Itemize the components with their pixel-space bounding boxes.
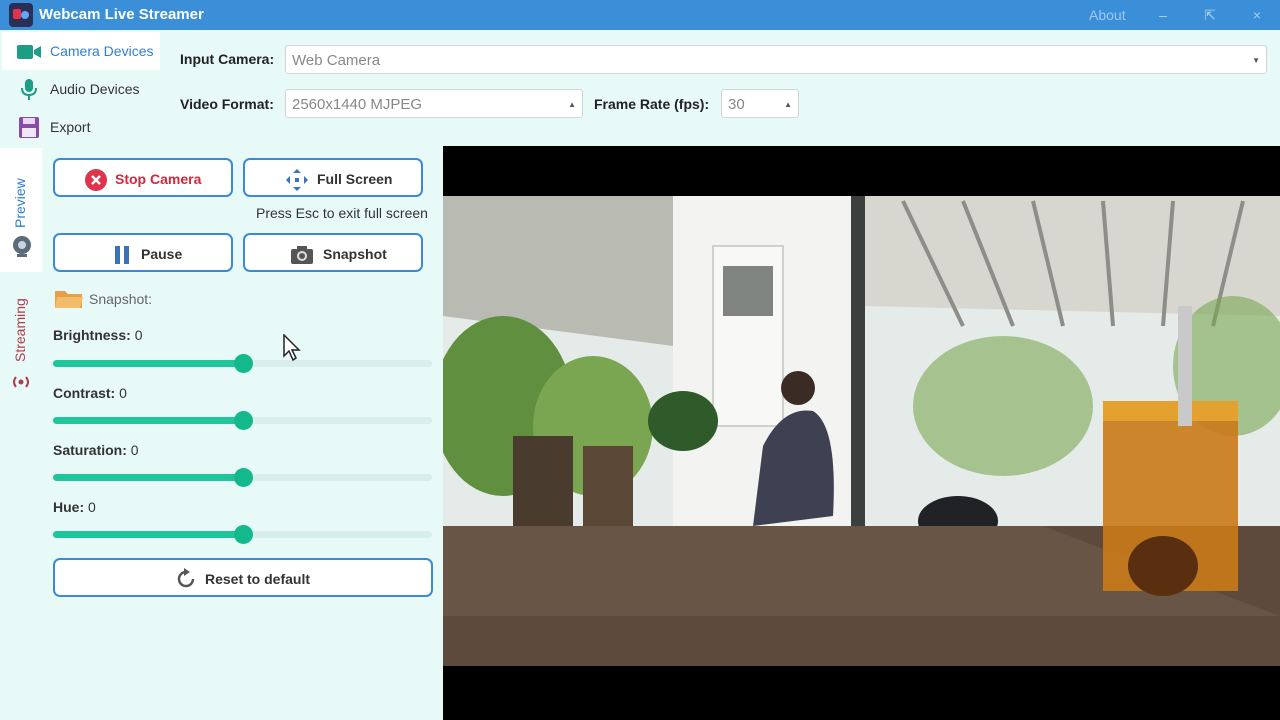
input-camera-label: Input Camera:: [180, 51, 275, 67]
brightness-name: Brightness:: [53, 327, 131, 343]
about-button[interactable]: About: [1089, 7, 1126, 23]
saturation-slider[interactable]: [53, 468, 432, 487]
hue-value: 0: [88, 499, 96, 515]
video-format-value: 2560x1440 MJPEG: [292, 96, 423, 113]
stop-camera-button[interactable]: Stop Camera: [53, 158, 233, 197]
broadcast-icon: [13, 376, 29, 388]
fullscreen-arrows-icon: [286, 169, 308, 191]
chevron-down-icon: ▲: [784, 100, 792, 109]
tab-preview[interactable]: Preview: [0, 148, 42, 272]
brightness-fill: [53, 360, 243, 367]
window-title: Webcam Live Streamer: [39, 6, 204, 23]
pause-button[interactable]: Pause: [53, 233, 233, 272]
tab-preview-label: Preview: [12, 178, 28, 228]
reset-icon: [177, 568, 195, 588]
contrast-label: Contrast: 0: [53, 385, 127, 401]
microphone-icon: [21, 79, 37, 100]
brightness-slider[interactable]: [53, 354, 432, 373]
pause-label: Pause: [141, 246, 183, 262]
saturation-fill: [53, 474, 243, 481]
snapshot-label: Snapshot: [323, 246, 387, 262]
saturation-thumb[interactable]: [233, 468, 253, 487]
frame-rate-select[interactable]: 30 ▲: [721, 89, 799, 118]
reset-to-default-button[interactable]: Reset to default: [53, 558, 433, 597]
contrast-slider[interactable]: [53, 411, 432, 430]
contrast-name: Contrast:: [53, 385, 116, 401]
full-screen-label: Full Screen: [317, 171, 393, 187]
snapshot-folder-label: Snapshot:: [89, 291, 153, 307]
tab-streaming[interactable]: Streaming: [0, 280, 42, 404]
full-screen-button[interactable]: Full Screen: [243, 158, 423, 197]
tab-camera-devices-label: Camera Devices: [50, 43, 154, 59]
input-camera-select[interactable]: Web Camera ▼: [285, 45, 1267, 74]
snapshot-button[interactable]: Snapshot: [243, 233, 423, 272]
contrast-value: 0: [119, 385, 127, 401]
tab-export-label: Export: [50, 119, 91, 135]
fullscreen-hint: Press Esc to exit full screen: [256, 205, 428, 221]
frame-rate-label: Frame Rate (fps):: [594, 96, 710, 112]
tab-streaming-label: Streaming: [12, 298, 28, 362]
tab-export[interactable]: Export: [2, 108, 160, 146]
camera-icon: [17, 45, 41, 59]
tab-audio-devices[interactable]: Audio Devices: [2, 70, 160, 108]
close-button[interactable]: ×: [1244, 3, 1270, 27]
video-format-label: Video Format:: [180, 96, 274, 112]
saturation-label: Saturation: 0: [53, 442, 139, 458]
minimize-button[interactable]: –: [1150, 3, 1176, 27]
saturation-value: 0: [130, 442, 139, 458]
device-tabs: Camera Devices Audio Devices Export: [0, 30, 162, 146]
stop-circle-icon: [85, 169, 107, 191]
input-camera-value: Web Camera: [292, 52, 381, 69]
chevron-down-icon: ▲: [568, 100, 576, 109]
folder-icon[interactable]: [54, 286, 84, 310]
pin-button[interactable]: ⇱: [1197, 3, 1223, 27]
floppy-disk-icon: [19, 117, 39, 138]
hue-slider[interactable]: [53, 525, 432, 544]
app-logo-icon: [9, 3, 33, 27]
pause-icon: [115, 246, 129, 264]
brightness-label: Brightness: 0: [53, 327, 142, 343]
brightness-thumb[interactable]: [233, 354, 253, 373]
hue-fill: [53, 531, 243, 538]
hue-thumb[interactable]: [233, 525, 253, 544]
brightness-value: 0: [134, 327, 143, 343]
mouse-cursor-icon: [283, 334, 301, 362]
webcam-icon: [13, 236, 31, 257]
tab-audio-devices-label: Audio Devices: [50, 81, 140, 97]
hue-label: Hue: 0: [53, 499, 96, 515]
saturation-name: Saturation:: [53, 442, 127, 458]
contrast-fill: [53, 417, 243, 424]
tab-camera-devices[interactable]: Camera Devices: [2, 32, 160, 70]
contrast-thumb[interactable]: [233, 411, 253, 430]
reset-to-default-label: Reset to default: [205, 571, 311, 587]
title-bar: Webcam Live Streamer About – ⇱ ×: [0, 0, 1280, 30]
camera-snapshot-icon: [291, 246, 313, 264]
camera-preview-image: [443, 196, 1280, 666]
frame-rate-value: 30: [728, 96, 745, 113]
hue-name: Hue:: [53, 499, 85, 515]
chevron-down-icon: ▼: [1252, 56, 1260, 65]
stop-camera-label: Stop Camera: [115, 171, 202, 187]
camera-preview: [443, 146, 1280, 720]
video-format-select[interactable]: 2560x1440 MJPEG ▲: [285, 89, 583, 118]
